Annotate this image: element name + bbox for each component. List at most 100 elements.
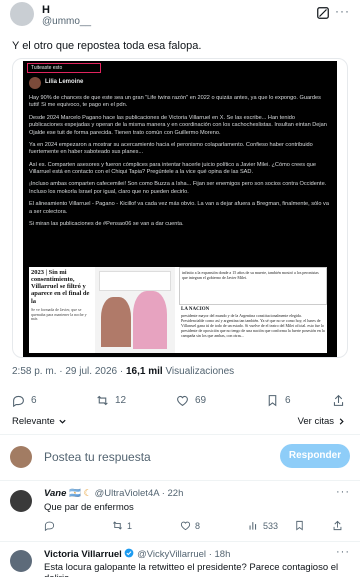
chevron-right-icon [339, 418, 344, 425]
more-icon[interactable]: ··· [335, 4, 350, 18]
post-media-image[interactable]: Tuiteaste esto Lilia Lemoine Hay 90% de … [12, 58, 348, 358]
share-icon [333, 520, 342, 531]
news-body: presidente mayor del mundo y de la Argen… [181, 313, 325, 338]
reply-time[interactable]: 22h [168, 488, 184, 499]
repost-button[interactable]: 12 [96, 394, 126, 407]
news-quote-box: infinito a la expansión donde a 15 años … [179, 267, 327, 305]
post-text: Y el otro que repostea toda esa falopa. [12, 40, 202, 52]
divider [0, 480, 360, 481]
reply-text: Que par de enfermos [44, 502, 134, 513]
chevron-down-icon [59, 419, 66, 424]
embedded-paragraph: ¡Incluso ambas comparten cafecemilei! So… [29, 181, 327, 195]
reply-author-name[interactable]: Victoria Villarruel [44, 549, 122, 560]
views-button[interactable]: 533 [248, 520, 278, 531]
avatar[interactable] [10, 550, 32, 572]
photo-caption-box [99, 271, 171, 291]
avatar [10, 446, 32, 468]
embedded-header-highlight: Tuiteaste esto [27, 63, 101, 73]
like-icon [180, 521, 191, 531]
like-button[interactable]: 8 [180, 520, 200, 531]
replies-sort-row: Relevante Ver citas [0, 413, 360, 431]
news-subtext: Se ve formada de Javier, que se quemaba … [31, 306, 87, 322]
separator: · [208, 549, 212, 560]
reply-header: Victoria Villarruel @VickyVillarruel · 1… [44, 548, 230, 560]
reply-icon [13, 395, 24, 407]
divider [0, 541, 360, 542]
news-clip-right: infinito a la expansión donde a 15 años … [179, 267, 327, 353]
reply-button[interactable]: 6 [12, 394, 37, 407]
photo-person [101, 297, 131, 347]
views-label: Visualizaciones [165, 366, 235, 377]
divider [0, 434, 360, 435]
embedded-body: Hay 90% de chances de que este sea un gr… [29, 95, 329, 233]
repost-icon [97, 395, 108, 406]
grok-icon[interactable] [316, 6, 330, 20]
reply-author-name[interactable]: Vane [44, 488, 66, 499]
reply-author-handle[interactable]: @VickyVillarruel [137, 549, 206, 560]
news-photo [95, 267, 175, 353]
quotes-label: Ver citas [297, 416, 334, 427]
author-handle[interactable]: @ummo__ [42, 16, 91, 27]
more-icon[interactable]: ··· [336, 486, 350, 498]
embedded-header-label: Tuiteaste esto [31, 65, 63, 71]
reply-time[interactable]: 18h [215, 549, 231, 560]
bookmark-icon [296, 520, 303, 531]
more-icon[interactable]: ··· [336, 546, 350, 558]
post-meta: 2:58 p. m. · 29 jul. 2026 · 16,1 mil Vis… [12, 366, 234, 377]
repost-button[interactable]: 1 [112, 520, 132, 531]
share-button[interactable] [332, 394, 351, 407]
embedded-paragraph: Así es. Comparten asesores y fueron cómp… [29, 161, 316, 175]
reply-item[interactable]: Vane 🇦🇷 ☾ @UltraViolet4A · 22h ··· Que p… [0, 486, 360, 540]
reply-input[interactable]: Postea tu respuesta [44, 450, 151, 464]
post-header: H @ummo__ ··· [10, 2, 350, 28]
author-name[interactable]: H [42, 4, 50, 16]
repost-count: 1 [127, 520, 133, 531]
share-button[interactable] [332, 520, 347, 531]
repost-icon [113, 521, 122, 530]
repost-count: 12 [115, 395, 127, 406]
reply-icon [44, 521, 55, 531]
reply-submit-button[interactable]: Responder [280, 444, 350, 468]
reply-count: 6 [31, 395, 37, 406]
reply-author-handle[interactable]: @UltraViolet4A [95, 488, 159, 499]
bookmark-icon [268, 395, 277, 407]
reply-header: Vane 🇦🇷 ☾ @UltraViolet4A · 22h [44, 488, 183, 499]
separator: · [161, 488, 165, 499]
avatar[interactable] [10, 490, 32, 512]
views-count: 16,1 mil [125, 366, 163, 377]
bookmark-button[interactable]: 6 [266, 394, 291, 407]
embedded-avatar [29, 77, 41, 89]
reply-text: Esta locura galopante la retwitteo el pr… [44, 562, 339, 577]
news-source: LA NACION [181, 307, 210, 312]
reply-item[interactable]: Victoria Villarruel @VickyVillarruel · 1… [0, 546, 360, 577]
embedded-paragraph: El alineamiento Villarruel - Pagano - Ki… [29, 201, 329, 215]
reply-button[interactable] [44, 520, 59, 531]
like-count: 8 [195, 520, 201, 531]
embedded-paragraph: Desde 2024 Marcelo Pagano hace las publi… [29, 114, 327, 136]
crescent-icon: ☾ [83, 488, 93, 499]
news-headline: 2023 | Sin mi consentimiento, Villarruel… [31, 269, 90, 305]
timestamp[interactable]: 2:58 p. m. · 29 jul. 2026 · [12, 366, 123, 377]
avatar[interactable] [10, 2, 34, 26]
share-icon [333, 394, 344, 406]
embedded-paragraph: Ya en 2024 empezaron a mostrar su acerca… [29, 141, 313, 156]
embedded-paragraph: Si miran las publicaciones de #Pensao06 … [29, 220, 184, 227]
views-count: 533 [263, 520, 279, 531]
relevance-dropdown[interactable]: Relevante [12, 416, 67, 427]
bookmark-button[interactable] [294, 520, 309, 531]
news-clip-left: 2023 | Sin mi consentimiento, Villarruel… [29, 267, 93, 353]
like-button[interactable]: 69 [176, 394, 206, 407]
view-quotes-link[interactable]: Ver citas [298, 416, 346, 427]
post-action-bar: 6 12 69 6 [0, 392, 360, 412]
verified-icon [125, 548, 134, 558]
bookmark-count: 6 [285, 395, 291, 406]
reply-action-bar: 1 8 533 [0, 520, 360, 534]
embedded-screenshot: Tuiteaste esto Lilia Lemoine Hay 90% de … [23, 61, 337, 357]
photo-person [133, 291, 167, 349]
like-icon [177, 395, 188, 406]
embedded-paragraph: Hay 90% de chances de que este sea un gr… [29, 95, 321, 109]
embedded-news-collage: 2023 | Sin mi consentimiento, Villarruel… [29, 267, 327, 353]
relevance-label: Relevante [12, 416, 55, 427]
reply-composer: Postea tu respuesta Responder [0, 440, 360, 476]
embedded-author-name: Lilia Lemoine [45, 79, 84, 85]
